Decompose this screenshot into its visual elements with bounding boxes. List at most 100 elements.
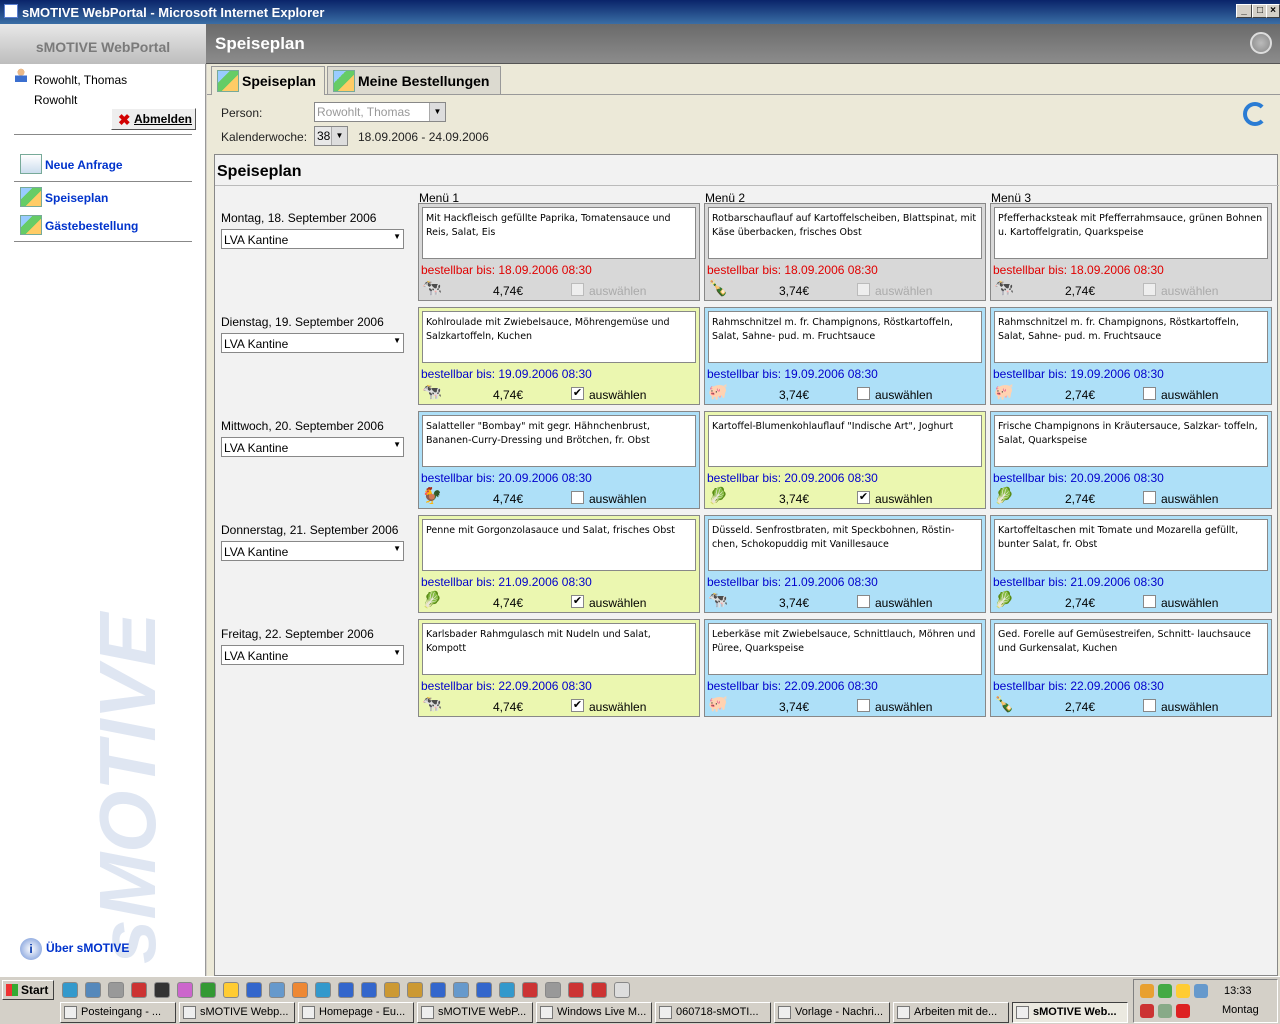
taskbar-button[interactable]: sMOTIVE Webp... xyxy=(179,1002,295,1023)
select-checkbox[interactable]: ✔ xyxy=(571,699,584,712)
select-checkbox[interactable] xyxy=(571,491,584,504)
quick-launch-icon[interactable] xyxy=(200,982,216,998)
quick-launch-icon[interactable] xyxy=(315,982,331,998)
select-label: auswählen xyxy=(875,596,933,610)
globe-icon[interactable] xyxy=(1250,32,1272,54)
day-label: Mittwoch, 20. September 2006 xyxy=(221,419,384,433)
quick-launch-icon[interactable] xyxy=(384,982,400,998)
window-titlebar[interactable]: sMOTIVE WebPortal - Microsoft Internet E… xyxy=(0,0,1280,24)
tab-speiseplan[interactable]: Speiseplan xyxy=(211,66,325,95)
quick-launch-icon[interactable] xyxy=(269,982,285,998)
divider xyxy=(215,185,1279,186)
order-deadline: bestellbar bis: 20.09.2006 08:30 xyxy=(707,471,878,485)
quick-launch-icon[interactable] xyxy=(361,982,377,998)
quick-launch-icon[interactable] xyxy=(476,982,492,998)
task-label: sMOTIVE Webp... xyxy=(200,1006,289,1018)
quick-launch-icon[interactable] xyxy=(545,982,561,998)
select-checkbox[interactable] xyxy=(1143,699,1156,712)
taskbar-button[interactable]: Vorlage - Nachri... xyxy=(774,1002,890,1023)
quick-launch-icon[interactable] xyxy=(614,982,630,998)
update-icon[interactable] xyxy=(1176,984,1190,998)
taskbar-button[interactable]: Windows Live M... xyxy=(536,1002,652,1023)
quick-launch-icon[interactable] xyxy=(430,982,446,998)
select-checkbox[interactable] xyxy=(1143,283,1156,296)
menu-description: Frische Champignons in Kräutersauce, Sal… xyxy=(994,415,1268,467)
order-deadline: bestellbar bis: 19.09.2006 08:30 xyxy=(421,367,592,381)
app-icon xyxy=(302,1006,315,1019)
select-checkbox[interactable] xyxy=(857,387,870,400)
quick-launch-icon[interactable] xyxy=(246,982,262,998)
taskbar-button[interactable]: Arbeiten mit de... xyxy=(893,1002,1009,1023)
taskbar-button[interactable]: Posteingang - ... xyxy=(60,1002,176,1023)
quick-launch-icon[interactable] xyxy=(108,982,124,998)
taskbar-button[interactable]: 060718-sMOTI... xyxy=(655,1002,771,1023)
taskbar-button[interactable]: sMOTIVE Web... xyxy=(1012,1002,1128,1023)
select-checkbox[interactable] xyxy=(571,283,584,296)
menu-price: 4,74€ xyxy=(493,596,524,610)
select-checkbox[interactable]: ✔ xyxy=(571,595,584,608)
select-checkbox[interactable] xyxy=(1143,491,1156,504)
menu-price: 4,74€ xyxy=(493,388,524,402)
menu-cell: Salatteller "Bombay" mit gegr. Hähnchenb… xyxy=(418,411,700,509)
nav-label: Gästebestellung xyxy=(45,219,139,233)
close-button[interactable]: × xyxy=(1266,4,1280,18)
menu-cell: Rahmschnitzel m. fr. Champignons, Röstka… xyxy=(704,307,986,405)
select-checkbox[interactable] xyxy=(1143,595,1156,608)
quick-launch-icon[interactable] xyxy=(453,982,469,998)
network-icon[interactable] xyxy=(1194,984,1208,998)
quick-launch-icon[interactable] xyxy=(407,982,423,998)
location-select[interactable]: LVA Kantine ▼ xyxy=(221,229,404,249)
menu-description: Penne mit Gorgonzolasauce und Salat, fri… xyxy=(422,519,696,571)
about-link[interactable]: i Über sMOTIVE xyxy=(20,938,129,960)
quick-launch-icon[interactable] xyxy=(62,982,78,998)
bluetooth-icon[interactable] xyxy=(1158,1004,1172,1018)
select-checkbox[interactable] xyxy=(1143,387,1156,400)
messenger-icon[interactable] xyxy=(1158,984,1172,998)
select-checkbox[interactable] xyxy=(857,595,870,608)
taskbar-button[interactable]: Homepage - Eu... xyxy=(298,1002,414,1023)
week-select[interactable]: 38 ▼ xyxy=(314,126,348,146)
tab-meine-bestellungen[interactable]: Meine Bestellungen xyxy=(327,66,501,94)
app-icon xyxy=(778,1006,791,1019)
location-select[interactable]: LVA Kantine ▼ xyxy=(221,333,404,353)
quick-launch-icon[interactable] xyxy=(499,982,515,998)
person-value: Rowohlt, Thomas xyxy=(317,105,411,119)
logout-button[interactable]: ✖ Abmelden xyxy=(111,108,196,130)
sidebar: Rowohlt, Thomas Rowohlt ✖ Abmelden Neue A… xyxy=(0,64,206,976)
quick-launch-icon[interactable] xyxy=(177,982,193,998)
clock[interactable]: 13:33 xyxy=(1224,985,1252,997)
task-label: Arbeiten mit de... xyxy=(914,1006,998,1018)
quick-launch-icon[interactable] xyxy=(223,982,239,998)
quick-launch-icon[interactable] xyxy=(522,982,538,998)
cow-icon: 🐄 xyxy=(422,384,442,401)
start-button[interactable]: Start xyxy=(2,980,54,1000)
quick-launch-icon[interactable] xyxy=(568,982,584,998)
quick-launch-icon[interactable] xyxy=(154,982,170,998)
quick-launch-icon[interactable] xyxy=(131,982,147,998)
select-label: auswählen xyxy=(1161,284,1219,298)
quick-launch-icon[interactable] xyxy=(85,982,101,998)
antivirus-icon[interactable] xyxy=(1140,1004,1154,1018)
location-select[interactable]: LVA Kantine ▼ xyxy=(221,437,404,457)
taskbar-button[interactable]: sMOTIVE WebP... xyxy=(417,1002,533,1023)
chicken-icon: 🐓 xyxy=(422,488,442,505)
nav-label: Speiseplan xyxy=(45,191,109,205)
menu-plan-icon xyxy=(20,187,42,207)
select-checkbox[interactable]: ✔ xyxy=(571,387,584,400)
alert-icon[interactable] xyxy=(1176,1004,1190,1018)
java-icon[interactable] xyxy=(1140,984,1154,998)
quick-launch-icon[interactable] xyxy=(292,982,308,998)
quick-launch-icon[interactable] xyxy=(591,982,607,998)
cow-icon: 🐄 xyxy=(422,696,442,713)
select-checkbox[interactable] xyxy=(857,699,870,712)
refresh-icon[interactable] xyxy=(1243,102,1267,126)
select-checkbox[interactable] xyxy=(857,283,870,296)
person-select[interactable]: Rowohlt, Thomas ▼ xyxy=(314,102,446,122)
quick-launch-icon[interactable] xyxy=(338,982,354,998)
location-value: LVA Kantine xyxy=(224,649,289,663)
app-icon xyxy=(64,1006,77,1019)
select-checkbox[interactable]: ✔ xyxy=(857,491,870,504)
minimize-button[interactable]: _ xyxy=(1236,4,1252,18)
location-select[interactable]: LVA Kantine ▼ xyxy=(221,541,404,561)
location-select[interactable]: LVA Kantine ▼ xyxy=(221,645,404,665)
